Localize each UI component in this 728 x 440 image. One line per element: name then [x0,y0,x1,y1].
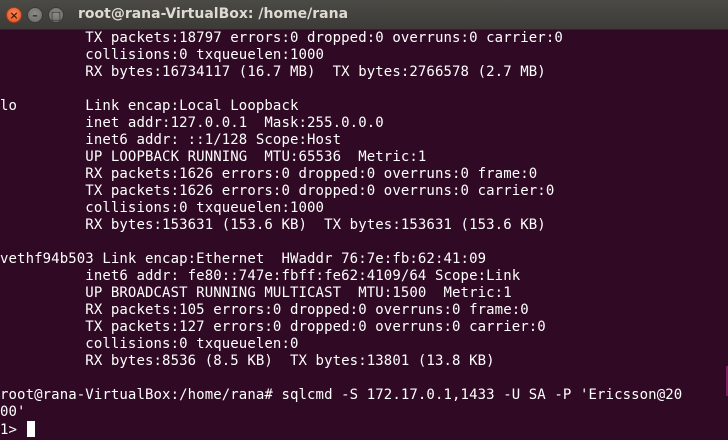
terminal-line: inet6 addr: ::1/128 Scope:Host [0,132,342,148]
title-bar[interactable]: × – □ root@rana-VirtualBox: /home/rana [0,0,728,30]
terminal-line: UP LOOPBACK RUNNING MTU:65536 Metric:1 [0,149,427,165]
text-cursor [26,421,35,437]
command-line-continuation: 00' [0,404,26,420]
terminal-line: RX bytes:8536 (8.5 KB) TX bytes:13801 (1… [0,353,495,369]
terminal-window: × – □ root@rana-VirtualBox: /home/rana T… [0,0,728,440]
terminal-line: collisions:0 txqueuelen:1000 [0,47,325,63]
terminal-line: lo Link encap:Local Loopback [0,98,299,114]
minimize-icon[interactable]: – [27,7,43,23]
terminal-line: vethf94b503 Link encap:Ethernet HWaddr 7… [0,251,487,267]
terminal-line: RX bytes:153631 (153.6 KB) TX bytes:1536… [0,217,546,233]
close-icon[interactable]: × [6,7,22,23]
terminal-line: UP BROADCAST RUNNING MULTICAST MTU:1500 … [0,285,512,301]
terminal-line: TX packets:127 errors:0 dropped:0 overru… [0,319,546,335]
sqlcmd-prompt-line[interactable]: 1> [0,421,35,438]
terminal-line: inet addr:127.0.0.1 Mask:255.0.0.0 [0,115,384,131]
terminal-line: TX packets:18797 errors:0 dropped:0 over… [0,30,563,46]
terminal-line: TX packets:1626 errors:0 dropped:0 overr… [0,183,555,199]
command-line: root@rana-VirtualBox:/home/rana# sqlcmd … [0,387,683,403]
terminal-line: RX packets:105 errors:0 dropped:0 overru… [0,302,529,318]
terminal-line: RX bytes:16734117 (16.7 MB) TX bytes:276… [0,64,546,80]
terminal-line: collisions:0 txqueuelen:0 [0,336,299,352]
maximize-icon[interactable]: □ [48,7,64,23]
terminal-line: RX packets:1626 errors:0 dropped:0 overr… [0,166,538,182]
terminal-line: inet6 addr: fe80::747e:fbff:fe62:4109/64… [0,268,521,284]
terminal-output[interactable]: TX packets:18797 errors:0 dropped:0 over… [0,30,728,440]
sqlcmd-prompt: 1> [0,422,26,438]
terminal-line: collisions:0 txqueuelen:1000 [0,200,325,216]
window-title: root@rana-VirtualBox: /home/rana [78,6,349,22]
